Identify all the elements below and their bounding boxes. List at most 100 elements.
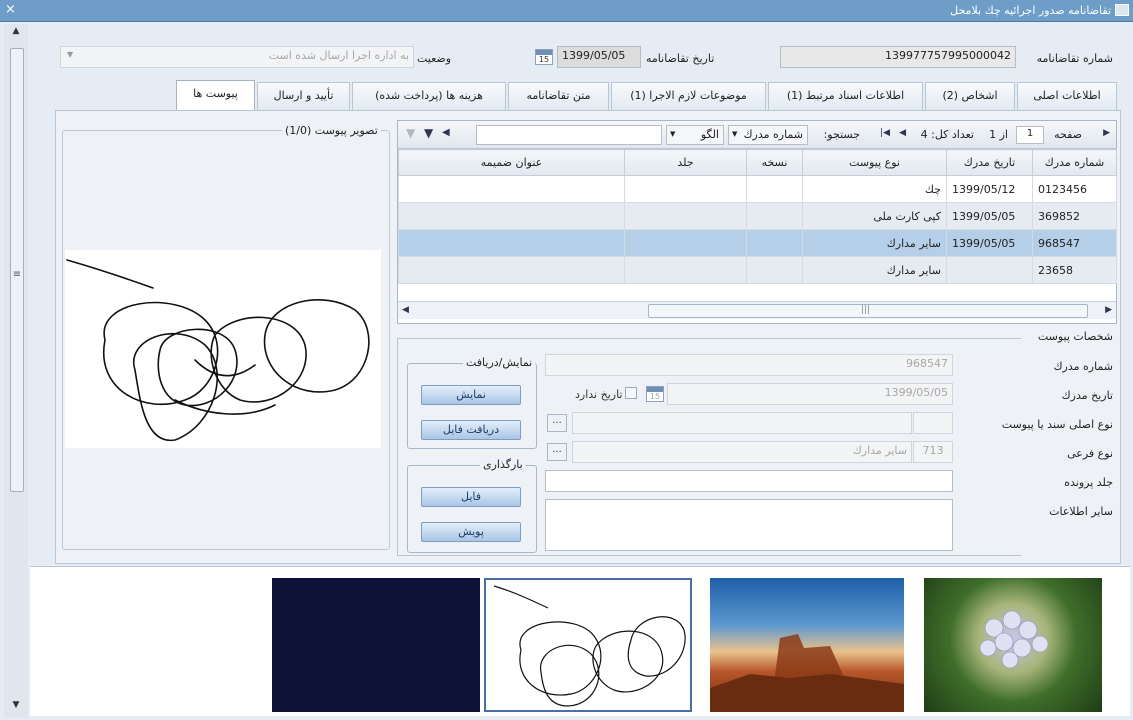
show-button[interactable]: نمایش: [421, 385, 521, 405]
chevron-down-icon: ▼: [732, 130, 738, 138]
page-count-label: از 1: [989, 128, 1008, 141]
scan-button[interactable]: پویش: [421, 522, 521, 542]
cell-doc-date: 1399/05/05: [946, 229, 1033, 257]
scroll-up-icon[interactable]: ▲: [4, 26, 28, 42]
file-button[interactable]: فایل: [421, 487, 521, 507]
request-date-label: تاریخ تقاضانامه: [646, 52, 715, 65]
thumbnail-desert-image[interactable]: [710, 578, 904, 712]
calendar-icon[interactable]: 15: [535, 49, 553, 65]
properties-section-title: شخصات پیوست: [1037, 330, 1113, 343]
view-download-title: نمایش/دریافت: [463, 356, 536, 369]
cell-volume: [624, 175, 747, 203]
main-type-code-field[interactable]: [913, 412, 953, 434]
status-label: وضعیت: [417, 52, 452, 65]
tab-attachments[interactable]: پیوست ها: [176, 80, 255, 110]
calendar-icon[interactable]: 15: [646, 386, 664, 402]
column-header[interactable]: عنوان ضمیمه: [398, 149, 625, 176]
sub-type-code-field[interactable]: 713: [913, 441, 953, 463]
doc-date-label: تاریخ مدرك: [1061, 389, 1113, 402]
cell-version: [746, 202, 803, 230]
column-header[interactable]: تاریخ مدرك: [946, 149, 1033, 176]
scroll-thumb[interactable]: ≡: [10, 48, 24, 492]
attachments-grid: ▶ صفحه 1 از 1 تعداد کل: 4 ◀ |◀ جستجو: شم…: [397, 120, 1117, 324]
thumbnail-drawing-image[interactable]: [484, 578, 692, 712]
doc-date-field[interactable]: 1399/05/05: [667, 383, 953, 405]
scroll-thumb[interactable]: |||: [648, 304, 1088, 318]
cell-doc-no: 369852: [1032, 202, 1117, 230]
section-divider: [397, 338, 1021, 339]
table-row[interactable]: 369852 1399/05/05 کپی کارت ملی: [398, 202, 1117, 230]
sub-type-lookup-button[interactable]: ...: [547, 443, 567, 461]
cell-version: [746, 175, 803, 203]
column-header[interactable]: نسخه: [746, 149, 803, 176]
tab-enforceable-subjects[interactable]: موضوعات لازم الاجرا (1): [611, 82, 766, 110]
thumbnail-flower-image[interactable]: [924, 578, 1102, 712]
download-file-button[interactable]: دریافت فایل: [421, 420, 521, 440]
table-row[interactable]: 0123456 1399/05/12 چك: [398, 175, 1117, 203]
tab-related-documents[interactable]: اطلاعات اسناد مرتبط (1): [768, 82, 923, 110]
grid-toolbar: ▶ صفحه 1 از 1 تعداد کل: 4 ◀ |◀ جستجو: شم…: [398, 121, 1116, 149]
window-title: تقاضانامه صدور اجرائیه چك بلامحل: [950, 4, 1111, 17]
cell-type: سایر مدارك: [802, 229, 947, 257]
cell-title: [398, 229, 625, 257]
tab-request-text[interactable]: متن تقاضانامه: [508, 82, 609, 110]
table-row[interactable]: 23658 سایر مدارك: [398, 256, 1117, 284]
page-label: صفحه: [1054, 128, 1082, 141]
attachments-table: شماره مدرك تاریخ مدرك نوع پیوست نسخه جلد…: [398, 149, 1117, 284]
cell-type: چك: [802, 175, 947, 203]
main-type-field[interactable]: [572, 412, 912, 434]
no-date-label: تاریخ ندارد: [575, 388, 623, 401]
search-field-select[interactable]: شماره مدرك ▼: [728, 125, 808, 145]
cell-title: [398, 175, 625, 203]
horizontal-scrollbar[interactable]: ◀ ||| ▶: [398, 301, 1116, 319]
doc-no-label: شماره مدرك: [1053, 360, 1113, 373]
cell-doc-no: 23658: [1032, 256, 1117, 284]
cell-title: [398, 256, 625, 284]
next-page-icon[interactable]: ▶: [1103, 128, 1110, 138]
vertical-scrollbar[interactable]: ▲ ≡ ▼: [4, 24, 28, 718]
cell-doc-date: 1399/05/05: [946, 202, 1033, 230]
volume-field[interactable]: [545, 470, 953, 492]
no-date-checkbox[interactable]: [625, 387, 637, 399]
search-mode-select[interactable]: الگو ▼: [666, 125, 724, 145]
column-header[interactable]: شماره مدرك: [1032, 149, 1117, 176]
main-type-lookup-button[interactable]: ...: [547, 414, 567, 432]
search-go-icon[interactable]: ◀: [442, 127, 450, 138]
scroll-down-icon[interactable]: ▼: [4, 700, 28, 716]
column-header[interactable]: جلد: [624, 149, 747, 176]
search-mode-value: الگو: [700, 128, 719, 141]
sub-type-field[interactable]: سایر مدارك: [572, 441, 912, 463]
tab-persons[interactable]: اشخاص (2): [925, 82, 1015, 110]
cell-volume: [624, 256, 747, 284]
attachment-preview-title: تصویر پیوست (1/0): [282, 124, 381, 137]
first-page-icon[interactable]: |◀: [880, 128, 890, 138]
attachment-preview-image[interactable]: [65, 250, 381, 448]
other-info-textarea[interactable]: [545, 499, 953, 551]
tab-main-info[interactable]: اطلاعات اصلی: [1017, 82, 1117, 110]
title-bar: × تقاضانامه صدور اجرائیه چك بلامحل: [0, 0, 1133, 22]
scroll-right-icon[interactable]: ▶: [1105, 305, 1112, 315]
cell-volume: [624, 229, 747, 257]
status-select[interactable]: به اداره اجرا ارسال شده است ▼: [60, 46, 414, 68]
search-label: جستجو:: [823, 128, 860, 141]
window-icon: [1115, 4, 1129, 16]
close-icon[interactable]: ×: [5, 2, 16, 17]
cell-doc-date: [946, 256, 1033, 284]
section-divider: [397, 555, 1021, 556]
grip-icon: |||: [861, 305, 871, 315]
page-input[interactable]: 1: [1016, 126, 1044, 144]
table-row-selected[interactable]: 968547 1399/05/05 سایر مدارك: [398, 229, 1117, 257]
tab-costs[interactable]: هزینه ها (پرداخت شده): [352, 82, 506, 110]
filter-icon[interactable]: ▼: [424, 126, 433, 140]
doc-no-field: 968547: [545, 354, 953, 376]
clear-filter-icon[interactable]: ▼: [406, 126, 415, 140]
main-type-label: نوع اصلی سند یا پیوست: [1001, 418, 1113, 431]
previous-page-icon[interactable]: ◀: [899, 128, 906, 138]
search-input[interactable]: [476, 125, 662, 145]
thumbnail-dark-image[interactable]: [272, 578, 480, 712]
tab-confirm-send[interactable]: تأیید و ارسال: [257, 82, 350, 110]
scroll-left-icon[interactable]: ◀: [402, 305, 409, 315]
request-no-label: شماره تقاضانامه: [1036, 52, 1113, 65]
chevron-down-icon: ▼: [670, 130, 676, 138]
column-header[interactable]: نوع پیوست: [802, 149, 947, 176]
